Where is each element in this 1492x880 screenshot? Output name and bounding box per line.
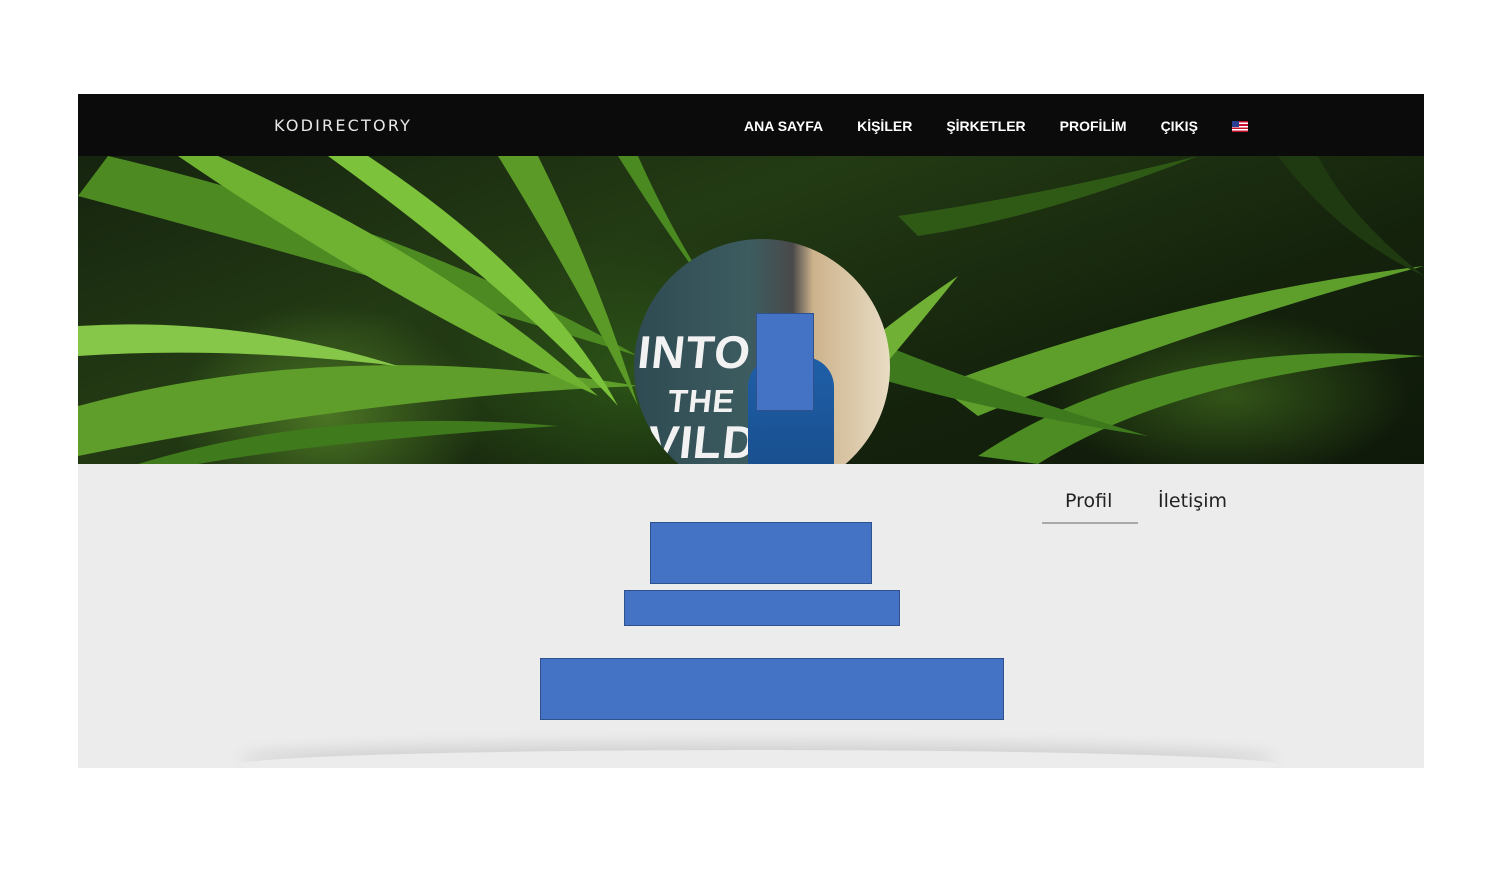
- redacted-name: [650, 522, 872, 584]
- us-flag-icon[interactable]: [1231, 121, 1248, 132]
- tab-profile[interactable]: Profil: [1065, 490, 1112, 512]
- redacted-details: [540, 658, 1004, 720]
- cover-photo: INTO THE VILD: [78, 156, 1424, 464]
- content-card-shadow: [238, 750, 1278, 768]
- avatar-wall-text: VILD: [645, 416, 760, 464]
- leaf: [898, 156, 1198, 236]
- tab-contact[interactable]: İletişim: [1158, 490, 1227, 512]
- top-navbar: KODIRECTORY ANA SAYFA KİŞİLER ŞİRKETLER …: [78, 94, 1424, 156]
- app-frame: KODIRECTORY ANA SAYFA KİŞİLER ŞİRKETLER …: [78, 94, 1424, 768]
- nav-item-home[interactable]: ANA SAYFA: [744, 118, 823, 134]
- brand-logo[interactable]: KODIRECTORY: [274, 116, 412, 135]
- redacted-title: [624, 590, 900, 626]
- leaf: [1278, 156, 1424, 276]
- nav-item-my-profile[interactable]: PROFİLİM: [1060, 118, 1127, 134]
- nav-item-people[interactable]: KİŞİLER: [857, 118, 912, 134]
- main-nav: ANA SAYFA KİŞİLER ŞİRKETLER PROFİLİM ÇIK…: [744, 118, 1248, 134]
- avatar-wall-text: INTO: [635, 326, 754, 378]
- leaf: [78, 324, 398, 366]
- redacted-face: [756, 313, 814, 411]
- nav-item-companies[interactable]: ŞİRKETLER: [946, 118, 1025, 134]
- nav-item-logout[interactable]: ÇIKIŞ: [1161, 118, 1198, 134]
- active-tab-indicator: [1042, 522, 1138, 524]
